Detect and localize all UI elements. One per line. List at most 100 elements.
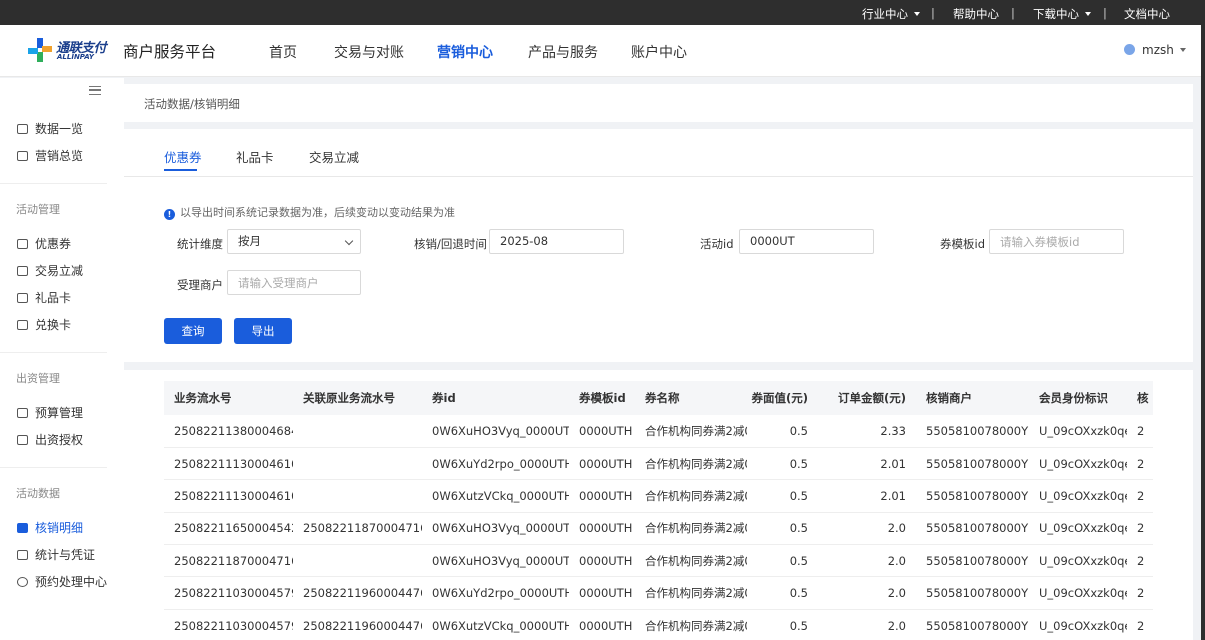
cell-face-value: 0.5 bbox=[747, 447, 818, 481]
cell-coupon-name: 合作机构同券满2减0.5 bbox=[635, 544, 747, 578]
column-header: 券名称 bbox=[635, 381, 747, 415]
tab-coupons[interactable]: 优惠券 bbox=[164, 147, 202, 166]
cell-original-serial bbox=[293, 415, 422, 448]
discount-icon bbox=[17, 266, 28, 276]
sidebar-item-gift-card[interactable]: 礼品卡 bbox=[17, 289, 71, 306]
query-button[interactable]: 查询 bbox=[164, 318, 222, 344]
user-menu[interactable]: mzsh bbox=[1124, 43, 1186, 57]
results-table-scroll[interactable]: 业务流水号 关联原业务流水号 券id 券模板id 券名称 券面值(元) 订单金额… bbox=[164, 381, 1153, 640]
cell-template-id: 0000UTH bbox=[569, 609, 635, 640]
template-id-input[interactable] bbox=[989, 229, 1124, 254]
help-center-link[interactable]: 帮助中心 bbox=[953, 6, 999, 22]
cell-truncated: 2 bbox=[1127, 415, 1153, 448]
allinpay-logo-icon bbox=[28, 38, 52, 62]
export-button[interactable]: 导出 bbox=[234, 318, 292, 344]
menu-toggle-icon[interactable] bbox=[89, 86, 101, 95]
document-icon bbox=[17, 435, 28, 445]
sidebar-item-label: 出资授权 bbox=[35, 433, 84, 447]
cell-template-id: 0000UTH bbox=[569, 512, 635, 546]
sidebar-item-label: 兑换卡 bbox=[35, 318, 72, 332]
cell-coupon-id: 0W6XutzVCkq_0000UTH bbox=[422, 479, 569, 513]
coupon-icon bbox=[17, 239, 28, 249]
cell-merchant: 5505810078000YD bbox=[916, 447, 1029, 481]
clock-icon bbox=[17, 577, 28, 587]
cell-merchant: 5505810078000YD bbox=[916, 512, 1029, 546]
sidebar-item-label: 礼品卡 bbox=[35, 291, 72, 305]
activity-id-value: 0000UT bbox=[750, 234, 795, 248]
sidebar-item-data-overview[interactable]: 数据一览 bbox=[17, 120, 83, 137]
redemption-time-label: 核销/回退时间 bbox=[414, 237, 487, 251]
exchange-card-icon bbox=[17, 320, 28, 330]
cell-original-serial: 250822119600044763 bbox=[293, 576, 422, 610]
cell-face-value: 0.5 bbox=[747, 544, 818, 578]
cell-original-serial bbox=[293, 544, 422, 578]
cell-truncated: 2 bbox=[1127, 512, 1153, 546]
results-table: 业务流水号 关联原业务流水号 券id 券模板id 券名称 券面值(元) 订单金额… bbox=[164, 381, 1153, 640]
cell-coupon-name: 合作机构同券满2减0.5 bbox=[635, 479, 747, 513]
cell-coupon-name: 合作机构同券满2减0.5 bbox=[635, 512, 747, 546]
column-header: 核 bbox=[1127, 381, 1153, 415]
sidebar-item-statistics-vouchers[interactable]: 统计与凭证 bbox=[17, 546, 95, 563]
sidebar-item-label: 预算管理 bbox=[35, 406, 84, 420]
industry-center-link[interactable]: 行业中心 bbox=[862, 6, 920, 22]
cell-member-id: U_09cOXxzk0qe bbox=[1029, 576, 1127, 610]
sidebar-item-label: 交易立减 bbox=[35, 264, 84, 278]
separator: | bbox=[1011, 6, 1015, 20]
cell-truncated: 2 bbox=[1127, 479, 1153, 513]
nav-home[interactable]: 首页 bbox=[269, 42, 297, 62]
sidebar-item-funding-authorization[interactable]: 出资授权 bbox=[17, 431, 83, 448]
download-center-link[interactable]: 下载中心 bbox=[1033, 6, 1091, 22]
username: mzsh bbox=[1142, 43, 1174, 57]
column-header: 业务流水号 bbox=[164, 381, 293, 415]
cell-coupon-id: 0W6XuYd2rpo_0000UTH bbox=[422, 576, 569, 610]
cell-coupon-id: 0W6XuHO3Vyq_0000UTH bbox=[422, 512, 569, 546]
nav-trade-reconciliation[interactable]: 交易与对账 bbox=[334, 42, 404, 62]
cell-template-id: 0000UTH bbox=[569, 447, 635, 481]
platform-title: 商户服务平台 bbox=[123, 43, 217, 61]
caret-down-icon bbox=[1179, 47, 1186, 52]
sidebar-item-budget[interactable]: 预算管理 bbox=[17, 404, 83, 421]
sidebar-item-marketing-overview[interactable]: 营销总览 bbox=[17, 147, 83, 164]
sidebar-group-activity-data: 活动数据 bbox=[16, 487, 60, 500]
user-avatar-icon bbox=[1124, 44, 1135, 55]
table-row: 250822110300045792 250822119600044763 0W… bbox=[164, 609, 1153, 640]
column-header: 会员身份标识 bbox=[1029, 381, 1127, 415]
cell-member-id: U_09cOXxzk0qe bbox=[1029, 479, 1127, 513]
sidebar-item-redemption-details[interactable]: 核销明细 bbox=[17, 519, 83, 536]
table-row: 250822110300045792 250822119600044763 0W… bbox=[164, 576, 1153, 610]
cell-coupon-id: 0W6XutzVCkq_0000UTH bbox=[422, 609, 569, 640]
cell-serial: 250822116500045421 bbox=[164, 512, 293, 546]
sidebar-item-instant-discount[interactable]: 交易立减 bbox=[17, 262, 83, 279]
activity-id-input[interactable]: 0000UT bbox=[739, 229, 874, 254]
docs-center-link[interactable]: 文档中心 bbox=[1124, 6, 1170, 22]
cell-order-amount: 2.0 bbox=[818, 544, 916, 578]
sidebar-item-coupons[interactable]: 优惠券 bbox=[17, 235, 71, 252]
redemption-time-input[interactable]: 2025-08 bbox=[489, 229, 624, 254]
nav-marketing-center[interactable]: 营销中心 bbox=[437, 42, 493, 62]
column-header: 券id bbox=[422, 381, 569, 415]
window-edge bbox=[1201, 0, 1205, 640]
cell-order-amount: 2.0 bbox=[818, 512, 916, 546]
sidebar-item-label: 营销总览 bbox=[35, 149, 84, 163]
cell-order-amount: 2.0 bbox=[818, 576, 916, 610]
sidebar-item-label: 优惠券 bbox=[35, 237, 72, 251]
sidebar-item-exchange-card[interactable]: 兑换卡 bbox=[17, 316, 71, 333]
dimension-select[interactable]: 按月 bbox=[227, 229, 361, 254]
cell-truncated: 2 bbox=[1127, 544, 1153, 578]
merchant-input[interactable] bbox=[227, 270, 361, 295]
cell-order-amount: 2.01 bbox=[818, 479, 916, 513]
tab-gift-card[interactable]: 礼品卡 bbox=[236, 147, 274, 166]
nav-account-center[interactable]: 账户中心 bbox=[631, 42, 687, 62]
breadcrumb: 活动数据/核销明细 bbox=[144, 97, 240, 111]
cell-coupon-id: 0W6XuHO3Vyq_0000UTH bbox=[422, 415, 569, 448]
tab-instant-discount[interactable]: 交易立减 bbox=[309, 147, 359, 166]
cell-order-amount: 2.01 bbox=[818, 447, 916, 481]
cell-member-id: U_09cOXxzk0qe bbox=[1029, 447, 1127, 481]
nav-products-services[interactable]: 产品与服务 bbox=[528, 42, 598, 62]
caret-down-icon bbox=[1085, 11, 1091, 16]
cell-serial: 250822113800046842 bbox=[164, 415, 293, 448]
template-id-label: 券模板id bbox=[940, 237, 985, 251]
cell-original-serial: 250822118700047165 bbox=[293, 512, 422, 546]
cell-serial: 250822110300045792 bbox=[164, 609, 293, 640]
sidebar-item-reservation-center[interactable]: 预约处理中心 bbox=[17, 573, 107, 590]
